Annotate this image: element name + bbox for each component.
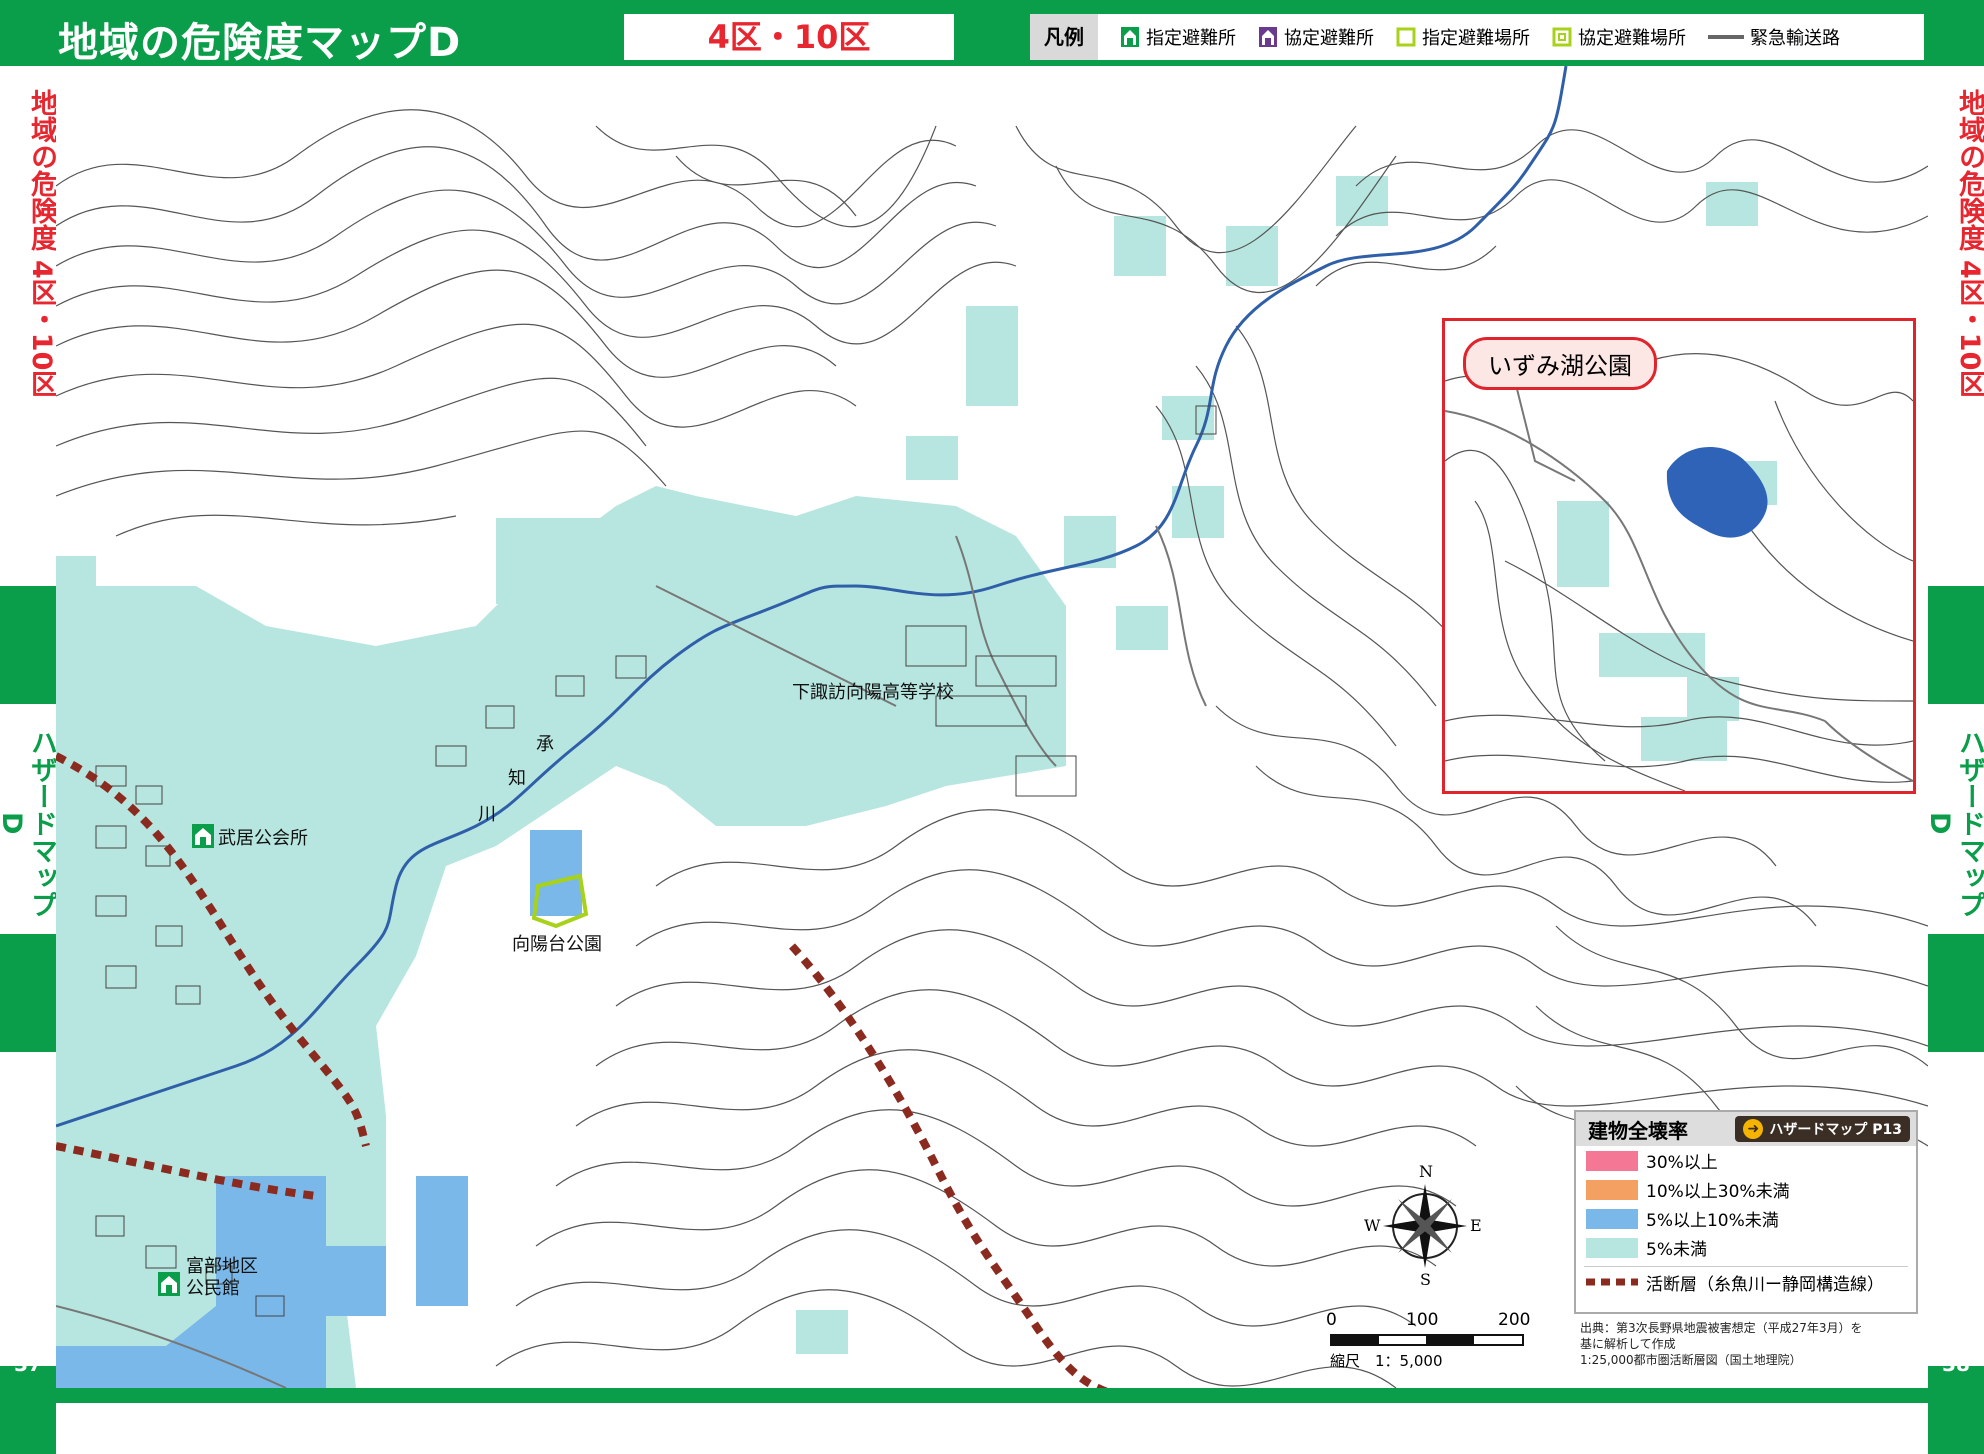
legend-title: 凡例 — [1030, 14, 1098, 60]
key-row: 10%以上30%未満 — [1576, 1175, 1916, 1204]
legend-label: 指定避難場所 — [1422, 28, 1530, 49]
key-row: 5%以上10%未満 — [1576, 1204, 1916, 1233]
label-hall-takei: 武居公会所 — [218, 828, 308, 849]
label-river-2: 知 — [508, 768, 526, 789]
key-fault-label: 活断層（糸魚川ー静岡構造線） — [1646, 1274, 1884, 1295]
label-school: 下諏訪向陽高等学校 — [792, 682, 954, 703]
source-line: 1:25,000都市圏活断層図（国土地理院） — [1580, 1353, 1802, 1367]
label-river-1: 承 — [536, 734, 554, 755]
legend-item-agreement-site: 協定避難場所 — [1552, 24, 1686, 50]
footer-bar — [0, 1388, 1984, 1403]
label-hall-tobe-2: 公民館 — [186, 1278, 240, 1299]
key-label: 5%未満 — [1646, 1240, 1707, 1260]
legend-item-emergency-route: 緊急輸送路 — [1708, 24, 1840, 50]
designated-shelter-icon — [1121, 27, 1139, 47]
side-label-map: ハザードマップD — [1924, 728, 1984, 918]
key-row: 30%以上 — [1576, 1146, 1916, 1175]
key-fault-row: 活断層（糸魚川ー静岡構造線） — [1584, 1266, 1908, 1297]
key-label: 10%以上30%未満 — [1646, 1182, 1790, 1202]
district-label: 4区・10区 — [624, 14, 954, 60]
side-label-area: 地域の危険度 — [26, 89, 57, 251]
source-line: 出典：第3次長野県地震被害想定（平成27年3月）を — [1580, 1321, 1863, 1335]
compass-s: S — [1420, 1270, 1431, 1289]
scale-tick-100: 100 — [1406, 1310, 1439, 1330]
side-label-district: 4区・10区 — [26, 260, 57, 398]
right-side-column: 地域の危険度 4区・10区 ハザードマップD 38 — [1924, 66, 1984, 1454]
key-row: 5%未満 — [1576, 1233, 1916, 1262]
page-number-right: 38 — [1942, 1352, 1970, 1376]
scale-ratio: 縮尺 1：5,000 — [1330, 1352, 1443, 1370]
legend-label: 指定避難所 — [1146, 28, 1236, 49]
inset-title: いずみ湖公園 — [1463, 337, 1657, 390]
emergency-route-icon — [1708, 35, 1744, 39]
key-label: 5%以上10%未満 — [1646, 1211, 1779, 1231]
map-legend: 凡例 指定避難所 協定避難所 指定避難場所 協定避難場所 緊急輸送路 — [1030, 14, 1924, 60]
damage-rate-key: 建物全壊率 ➜ ハザードマップ P13 30%以上 10%以上30%未満 5%以… — [1574, 1110, 1918, 1314]
legend-item-designated-site: 指定避難場所 — [1396, 24, 1530, 50]
compass-e: E — [1470, 1216, 1482, 1235]
designated-shelter-icon — [158, 1272, 180, 1296]
left-side-column: 地域の危険度 4区・10区 ハザードマップD 37 — [0, 66, 57, 1454]
agreement-evacuation-site-icon — [1552, 27, 1572, 47]
label-park-koyodai: 向陽台公園 — [512, 934, 602, 955]
legend-label: 緊急輸送路 — [1750, 28, 1840, 49]
legend-label: 協定避難場所 — [1578, 28, 1686, 49]
legend-label: 協定避難所 — [1284, 28, 1374, 49]
inset-canvas — [1445, 352, 1913, 791]
hazard-map-ref-link[interactable]: ➜ ハザードマップ P13 — [1735, 1116, 1910, 1142]
source-line: 基に解析して作成 — [1580, 1337, 1676, 1351]
arrow-right-icon: ➜ — [1743, 1119, 1764, 1139]
key-title: 建物全壊率 — [1588, 1118, 1688, 1143]
side-label-map: ハザードマップD — [0, 728, 57, 918]
agreement-shelter-icon — [1259, 27, 1277, 47]
compass-n: N — [1419, 1162, 1433, 1181]
compass-w: W — [1364, 1216, 1381, 1235]
inset-map-izumiko[interactable]: いずみ湖公園 — [1442, 318, 1916, 794]
compass-icon — [1383, 1184, 1467, 1268]
side-label-area: 地域の危険度 — [1954, 89, 1984, 251]
legend-item-designated-shelter: 指定避難所 — [1120, 24, 1236, 50]
izumi-lake — [1666, 447, 1768, 538]
side-label-district: 4区・10区 — [1954, 260, 1984, 398]
source-note: 出典：第3次長野県地震被害想定（平成27年3月）を 基に解析して作成 1:25,… — [1580, 1320, 1920, 1368]
page-number-left: 37 — [14, 1352, 42, 1376]
ref-label: ハザードマップ P13 — [1769, 1122, 1902, 1138]
page-title: 地域の危険度マップD — [58, 20, 462, 66]
legend-item-agreement-shelter: 協定避難所 — [1258, 24, 1374, 50]
fault-line-icon — [1586, 1278, 1638, 1286]
key-label: 30%以上 — [1646, 1153, 1718, 1173]
scale-tick-0: 0 — [1326, 1310, 1337, 1330]
scale-bar: 0 100 200 m 縮尺 1：5,000 — [1326, 1310, 1546, 1370]
designated-shelter-icon — [192, 824, 214, 848]
designated-evacuation-site-icon — [1396, 27, 1416, 47]
label-river-3: 川 — [478, 804, 496, 825]
